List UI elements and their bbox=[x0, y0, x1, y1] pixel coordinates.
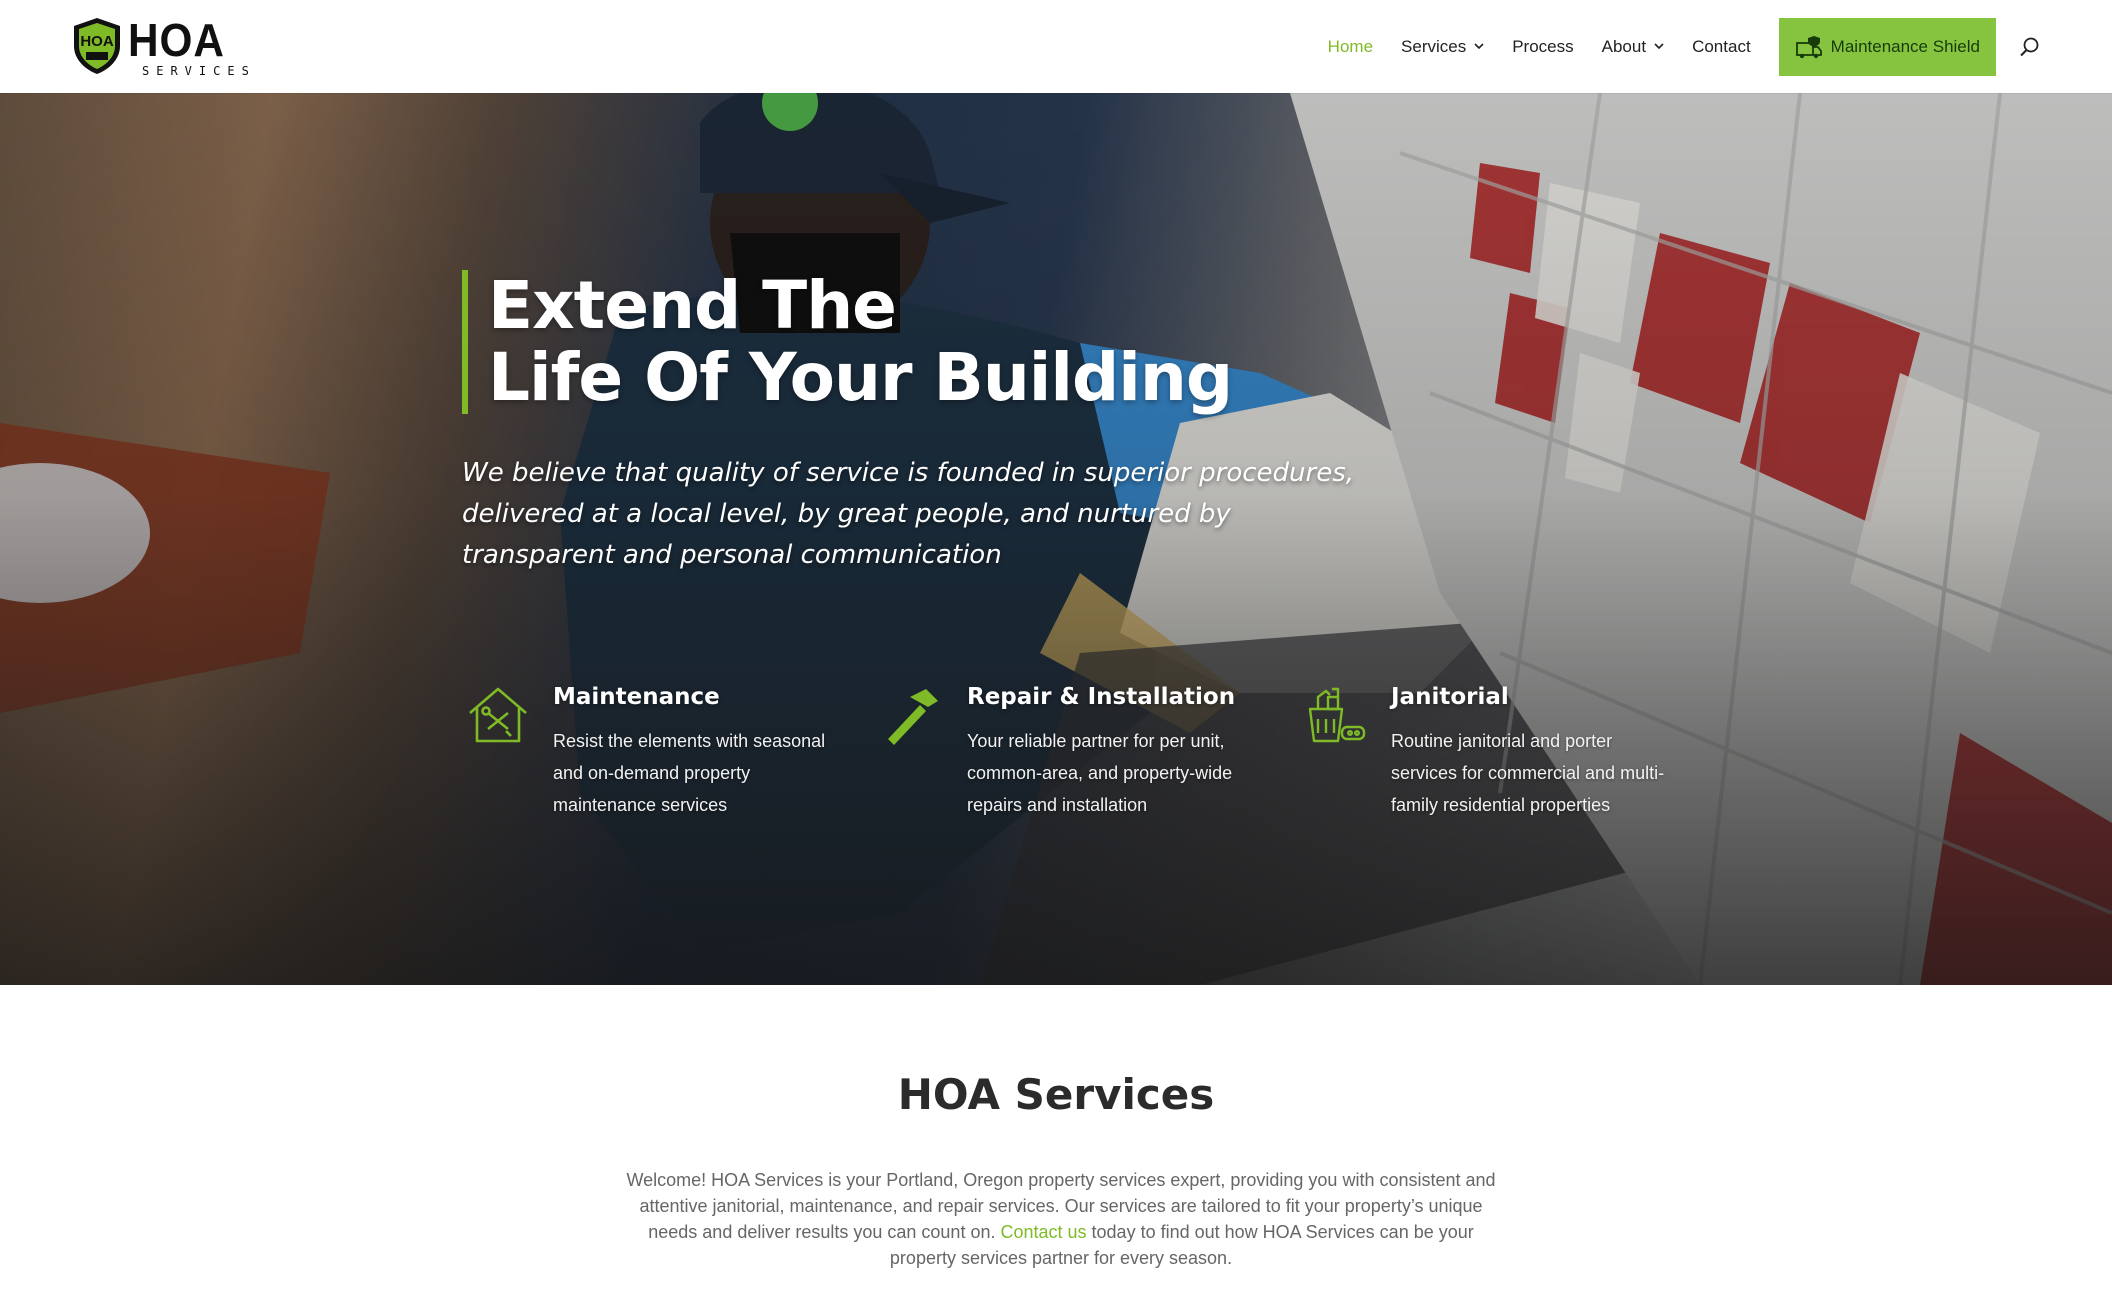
logo-subtitle: SERVICES bbox=[142, 64, 256, 78]
hero-subtitle: We believe that quality of service is fo… bbox=[462, 458, 1355, 570]
hero-title: Extend The Life Of Your Building bbox=[462, 267, 1233, 416]
feature-title: Repair & Installation bbox=[967, 684, 1236, 710]
site-header: HOA HOA SERVICES Home Services Process A… bbox=[0, 0, 2112, 93]
feature-title: Janitorial bbox=[1391, 684, 1509, 710]
hammer-icon bbox=[888, 689, 938, 745]
nav-item-home[interactable]: Home bbox=[1328, 37, 1373, 57]
contact-us-link[interactable]: Contact us bbox=[1000, 1222, 1086, 1242]
search-icon bbox=[2020, 37, 2039, 56]
feature-text: Your reliable partner for per unit, comm… bbox=[967, 731, 1233, 815]
feature-body: Janitorial Routine janitorial and porter… bbox=[1391, 683, 1671, 821]
feature-body: Maintenance Resist the elements with sea… bbox=[553, 683, 833, 821]
feature-title: Maintenance bbox=[553, 684, 720, 710]
cta-label: Maintenance Shield bbox=[1830, 36, 1980, 56]
hero-title-line2: Life Of Your Building bbox=[488, 339, 1233, 416]
nav-item-contact[interactable]: Contact bbox=[1692, 37, 1751, 57]
logo-badge-text: HOA bbox=[80, 33, 114, 50]
house-tools-icon bbox=[469, 687, 527, 743]
nav-item-label: Contact bbox=[1692, 36, 1751, 56]
nav-item-label: About bbox=[1601, 36, 1647, 56]
feature-body: Repair & Installation Your reliable part… bbox=[967, 683, 1247, 821]
hero-title-line1: Extend The bbox=[488, 267, 897, 344]
logo-word: HOA bbox=[128, 14, 225, 66]
cleaning-supplies-icon bbox=[1308, 687, 1366, 743]
services-title: HOA Services bbox=[897, 1070, 1215, 1119]
main-nav: Home Services Process About Contact Main… bbox=[1300, 0, 2042, 93]
hero-section: Extend The Life Of Your Building We beli… bbox=[0, 93, 2112, 985]
feature-text: Resist the elements with seasonal and on… bbox=[553, 731, 826, 815]
nav-item-label: Services bbox=[1401, 36, 1467, 56]
logo-shield-icon: HOA bbox=[74, 18, 120, 74]
nav-item-label: Home bbox=[1327, 36, 1374, 56]
nav-item-about[interactable]: About bbox=[1602, 37, 1664, 57]
services-intro: Welcome! HOA Services is your Portland, … bbox=[626, 1167, 1496, 1271]
feature-text: Routine janitorial and porter services f… bbox=[1391, 731, 1665, 815]
logo[interactable]: HOA HOA SERVICES bbox=[70, 16, 249, 78]
maintenance-shield-button[interactable]: Maintenance Shield bbox=[1778, 17, 1996, 76]
search-button[interactable] bbox=[2018, 35, 2042, 59]
nav-item-services[interactable]: Services bbox=[1401, 37, 1484, 57]
nav-item-label: Process bbox=[1512, 36, 1574, 56]
nav-item-process[interactable]: Process bbox=[1512, 37, 1573, 57]
logo-text: HOA bbox=[128, 16, 233, 64]
chevron-down-icon bbox=[1474, 43, 1484, 50]
truck-shield-icon bbox=[1795, 35, 1822, 58]
chevron-down-icon bbox=[1654, 43, 1664, 50]
